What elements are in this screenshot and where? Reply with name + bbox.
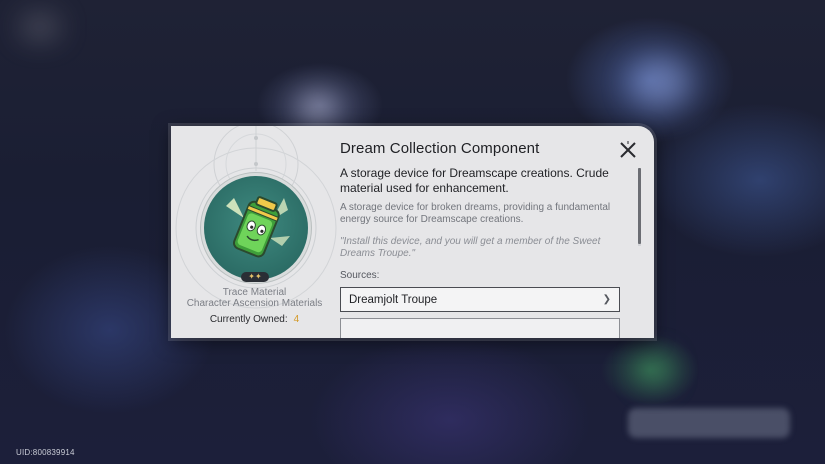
chevron-right-icon: ❯: [602, 294, 611, 305]
source-button-partial[interactable]: [340, 318, 620, 338]
background-glow: [300, 95, 335, 123]
item-detail-dialog: ✦✦ Trace Material Character Ascension Ma…: [171, 126, 654, 338]
rarity-stars: ✦✦: [241, 272, 269, 282]
item-detail-scroll-area[interactable]: A storage device for Dreamscape creation…: [340, 166, 640, 338]
background-glow: [630, 58, 690, 108]
uid-label: UID:800839914: [16, 448, 75, 457]
source-button-dreamjolt-troupe[interactable]: Dreamjolt Troupe ❯: [340, 287, 620, 312]
close-button[interactable]: [618, 140, 638, 160]
close-icon: [620, 141, 636, 158]
background-glow: [640, 355, 670, 385]
item-category: Character Ascension Materials: [186, 298, 323, 309]
owned-count: 4: [293, 314, 300, 325]
owned-count-row: Currently Owned: 4: [171, 314, 338, 325]
item-preview-pane: ✦✦ Trace Material Character Ascension Ma…: [171, 126, 338, 338]
source-label: Dreamjolt Troupe: [349, 293, 438, 306]
item-short-description: A storage device for Dreamscape creation…: [340, 166, 609, 195]
item-flavor-text: "Install this device, and you will get a…: [340, 236, 601, 259]
scrollbar-thumb[interactable]: [638, 168, 641, 244]
background-glow: [20, 14, 60, 40]
item-type: Trace Material: [222, 287, 287, 298]
owned-label: Currently Owned:: [209, 314, 288, 325]
sources-label: Sources:: [340, 270, 380, 281]
background-button-blur: [628, 408, 790, 438]
item-description: A storage device for broken dreams, prov…: [340, 202, 611, 225]
battery-icon: [226, 196, 290, 258]
item-icon-medallion: [204, 176, 308, 280]
item-title: Dream Collection Component: [340, 140, 540, 157]
